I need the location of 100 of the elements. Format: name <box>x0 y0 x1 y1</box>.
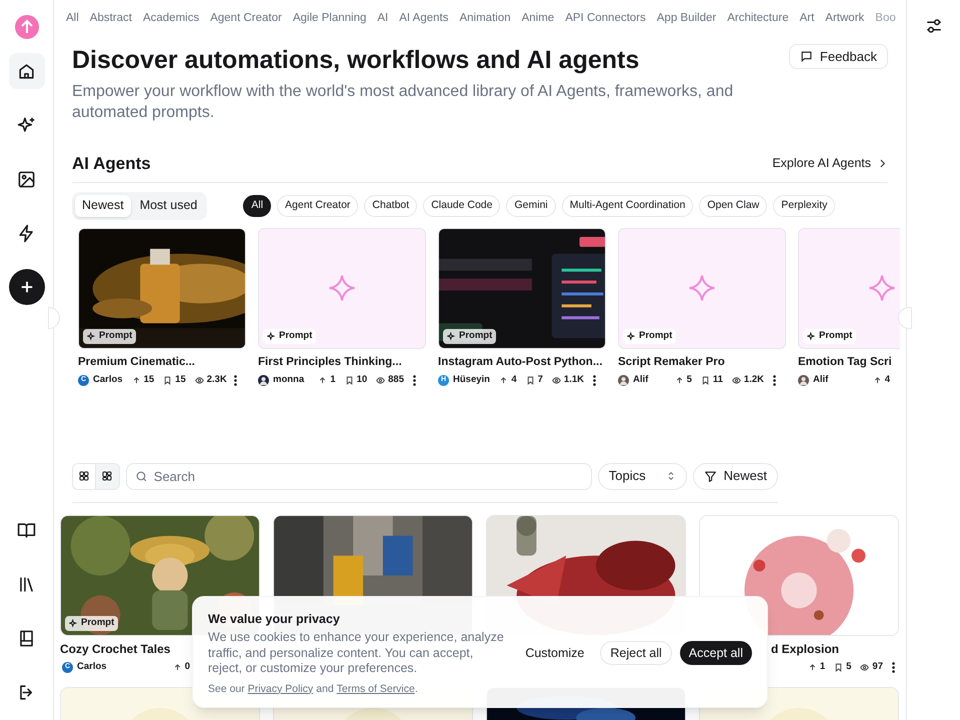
author-name[interactable]: Alif <box>633 372 648 388</box>
cookie-title: We value your privacy <box>208 611 341 627</box>
compact-grid-view-button[interactable] <box>96 464 119 488</box>
topics-dropdown[interactable]: Topics <box>598 462 687 490</box>
eye-icon <box>194 376 204 384</box>
card-title[interactable]: Instagram Auto-Post Python... <box>438 354 602 370</box>
nav-button[interactable] <box>8 53 44 89</box>
prompt-badge: Prompt <box>623 328 676 344</box>
sort-button[interactable]: Newest <box>692 462 778 490</box>
bookmark-icon <box>834 662 844 672</box>
logo-icon[interactable] <box>14 15 38 39</box>
topic-link[interactable]: Art <box>800 10 814 28</box>
more-icon[interactable] <box>772 374 776 386</box>
filter-chip[interactable]: Multi-Agent Coordination <box>562 194 694 216</box>
more-icon[interactable] <box>412 374 416 386</box>
sort-tab[interactable]: Most used <box>132 194 204 216</box>
card-title[interactable]: Premium Cinematic... <box>78 354 195 370</box>
author-name[interactable]: Carlos <box>77 660 107 674</box>
topic-link[interactable]: AI <box>377 10 388 28</box>
topic-link[interactable]: Anime <box>522 10 554 28</box>
card-title[interactable]: d Explosion <box>771 642 840 656</box>
chevron-up-down-icon <box>666 471 676 481</box>
filter-chip[interactable]: Agent Creator <box>277 194 358 216</box>
filter-chip[interactable]: Claude Code <box>423 194 500 216</box>
more-icon[interactable] <box>234 374 237 386</box>
topic-link[interactable]: App Builder <box>656 10 716 28</box>
grid-icon <box>78 470 90 482</box>
stat-count: 885 <box>388 372 404 387</box>
stat-count: 97 <box>872 660 883 674</box>
filter-chip[interactable]: Open Claw <box>699 194 768 216</box>
more-icon[interactable] <box>592 374 596 386</box>
topic-link[interactable]: AI Agents <box>399 10 448 28</box>
card-title[interactable]: Emotion Tag Scri <box>798 354 892 370</box>
thumbnail-placeholder[interactable]: Prompt <box>798 228 900 348</box>
upvote-icon <box>674 376 684 384</box>
library-icon[interactable] <box>17 574 36 594</box>
sparkles-icon <box>17 116 36 134</box>
explore-link[interactable]: Explore AI Agents <box>772 154 888 174</box>
book-icon[interactable] <box>17 520 36 540</box>
stat-count: 1 <box>330 372 336 387</box>
thumbnail-placeholder[interactable]: Prompt <box>258 228 426 348</box>
bookmark-icon <box>700 376 710 384</box>
topic-link[interactable]: Artwork <box>825 10 864 28</box>
stat-count: 15 <box>175 372 186 387</box>
stat-count: 4 <box>511 372 517 387</box>
topic-link[interactable]: Abstract <box>90 10 132 28</box>
grid-view-button[interactable] <box>73 464 96 488</box>
customize-button[interactable]: Customize <box>517 641 592 665</box>
eye-icon <box>552 376 561 384</box>
sort-tab[interactable]: Newest <box>75 194 131 216</box>
section-title: AI Agents <box>72 153 151 175</box>
stat-count: 7 <box>538 372 543 387</box>
cookie-footer-text: and <box>316 682 334 696</box>
author-name[interactable]: Hüseyin <box>453 372 490 388</box>
filter-chip[interactable]: Chatbot <box>364 194 418 216</box>
terms-link[interactable]: Terms of Service <box>336 682 415 698</box>
topic-link[interactable]: Architecture <box>727 10 789 28</box>
author-name[interactable]: Alif <box>813 372 828 388</box>
stat-count: 2.3K <box>206 372 227 387</box>
upvote-icon <box>172 662 182 672</box>
card-title[interactable]: Cozy Crochet Tales <box>60 642 170 656</box>
filter-chip[interactable]: Gemini <box>506 194 556 216</box>
stat-count: 15 <box>144 372 154 387</box>
topic-link[interactable]: Agent Creator <box>210 10 282 28</box>
search-icon <box>134 470 148 482</box>
stat-count: 1.2K <box>744 372 764 387</box>
filter-chip[interactable]: All <box>243 194 272 216</box>
topic-link[interactable]: Agile Planning <box>292 10 366 28</box>
stat-count: 1 <box>820 660 826 674</box>
card-title[interactable]: First Principles Thinking... <box>258 354 402 370</box>
image-icon <box>17 170 36 188</box>
thumbnail-placeholder[interactable]: Prompt <box>618 228 786 348</box>
sparkle-icon <box>327 273 357 303</box>
message-icon <box>800 50 813 63</box>
cookie-footer-text: See our <box>208 682 245 696</box>
new-button[interactable] <box>8 269 44 305</box>
search-field[interactable]: Search <box>126 462 592 490</box>
filter-chip[interactable]: Perplexity <box>773 194 836 216</box>
author-name[interactable]: monna <box>273 372 304 388</box>
more-icon[interactable] <box>892 662 894 672</box>
topic-link[interactable]: API Connectors <box>565 10 646 28</box>
topic-link[interactable]: Academics <box>142 10 200 28</box>
stat-count: 0 <box>184 660 190 674</box>
topic-link[interactable]: All <box>66 10 79 28</box>
grid-icon <box>101 470 114 482</box>
stat-count: 4 <box>884 372 890 387</box>
stat-count: 11 <box>712 372 723 387</box>
notebook-icon[interactable] <box>17 628 36 648</box>
reject-all-button[interactable]: Reject all <box>600 641 672 665</box>
accept-all-button[interactable]: Accept all <box>680 641 752 665</box>
card-title[interactable]: Script Remaker Pro <box>618 354 725 370</box>
privacy-policy-link[interactable]: Privacy Policy <box>248 682 314 698</box>
cookie-footer-text: . <box>414 682 418 696</box>
sparkle-icon <box>867 273 897 303</box>
author-name[interactable]: Carlos <box>93 372 123 388</box>
topic-link[interactable]: Animation <box>459 10 511 28</box>
feedback-button[interactable]: Feedback <box>788 44 888 69</box>
settings-icon[interactable] <box>924 17 942 35</box>
stat-count: 5 <box>686 372 692 387</box>
upvote-icon <box>132 376 141 384</box>
